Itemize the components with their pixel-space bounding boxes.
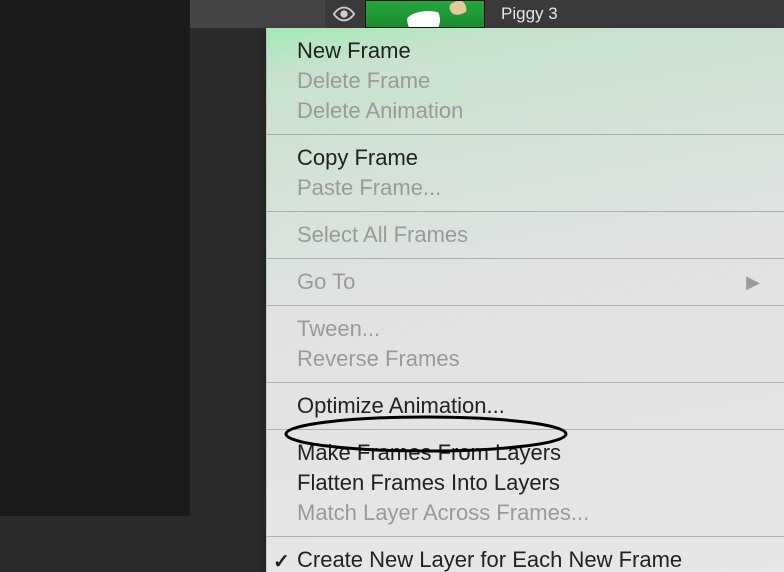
menu-delete-frame: Delete Frame bbox=[267, 66, 784, 96]
menu-reverse-frames: Reverse Frames bbox=[267, 344, 784, 374]
menu-label: Go To bbox=[297, 267, 355, 297]
menu-select-all-frames: Select All Frames bbox=[267, 220, 784, 250]
menu-label: Tween... bbox=[297, 314, 380, 344]
menu-copy-frame[interactable]: Copy Frame bbox=[267, 143, 784, 173]
layer-name: Piggy 3 bbox=[501, 4, 558, 24]
app-root: Piggy 3 New Frame Delete Frame Delete An… bbox=[0, 0, 784, 572]
menu-group-goto: Go To ▶ bbox=[267, 259, 784, 306]
menu-new-frame[interactable]: New Frame bbox=[267, 36, 784, 66]
menu-label: Copy Frame bbox=[297, 143, 418, 173]
menu-group-toggles: ✓ Create New Layer for Each New Frame ✓ … bbox=[267, 537, 784, 572]
menu-group-optimize: Optimize Animation... bbox=[267, 383, 784, 430]
submenu-arrow-icon: ▶ bbox=[746, 267, 766, 297]
timeline-context-menu: New Frame Delete Frame Delete Animation … bbox=[266, 28, 784, 572]
menu-label: Delete Frame bbox=[297, 66, 430, 96]
menu-label: Delete Animation bbox=[297, 96, 463, 126]
menu-label: Flatten Frames Into Layers bbox=[297, 468, 560, 498]
checkmark-icon: ✓ bbox=[273, 547, 290, 572]
menu-group-frame-ops: New Frame Delete Frame Delete Animation bbox=[267, 28, 784, 135]
menu-flatten-frames-into-layers[interactable]: Flatten Frames Into Layers bbox=[267, 468, 784, 498]
menu-label: Create New Layer for Each New Frame bbox=[297, 545, 682, 572]
menu-label: New Frame bbox=[297, 36, 411, 66]
menu-match-layer-across-frames: Match Layer Across Frames... bbox=[267, 498, 784, 528]
menu-label: Paste Frame... bbox=[297, 173, 441, 203]
menu-label: Make Frames From Layers bbox=[297, 438, 561, 468]
layer-row[interactable]: Piggy 3 bbox=[325, 0, 784, 28]
menu-tween: Tween... bbox=[267, 314, 784, 344]
menu-go-to: Go To ▶ bbox=[267, 267, 784, 297]
menu-group-tween: Tween... Reverse Frames bbox=[267, 306, 784, 383]
menu-label: Select All Frames bbox=[297, 220, 468, 250]
menu-label: Optimize Animation... bbox=[297, 391, 505, 421]
menu-group-select: Select All Frames bbox=[267, 212, 784, 259]
menu-make-frames-from-layers[interactable]: Make Frames From Layers bbox=[267, 438, 784, 468]
menu-delete-animation: Delete Animation bbox=[267, 96, 784, 126]
menu-create-new-layer-each-frame[interactable]: ✓ Create New Layer for Each New Frame bbox=[267, 545, 784, 572]
menu-label: Match Layer Across Frames... bbox=[297, 498, 589, 528]
menu-optimize-animation[interactable]: Optimize Animation... bbox=[267, 391, 784, 421]
menu-paste-frame: Paste Frame... bbox=[267, 173, 784, 203]
left-panel bbox=[0, 0, 190, 516]
visibility-eye-icon[interactable] bbox=[333, 3, 355, 25]
menu-label: Reverse Frames bbox=[297, 344, 460, 374]
layer-thumbnail[interactable] bbox=[365, 0, 485, 28]
menu-group-copy-paste: Copy Frame Paste Frame... bbox=[267, 135, 784, 212]
menu-group-layers: Make Frames From Layers Flatten Frames I… bbox=[267, 430, 784, 537]
